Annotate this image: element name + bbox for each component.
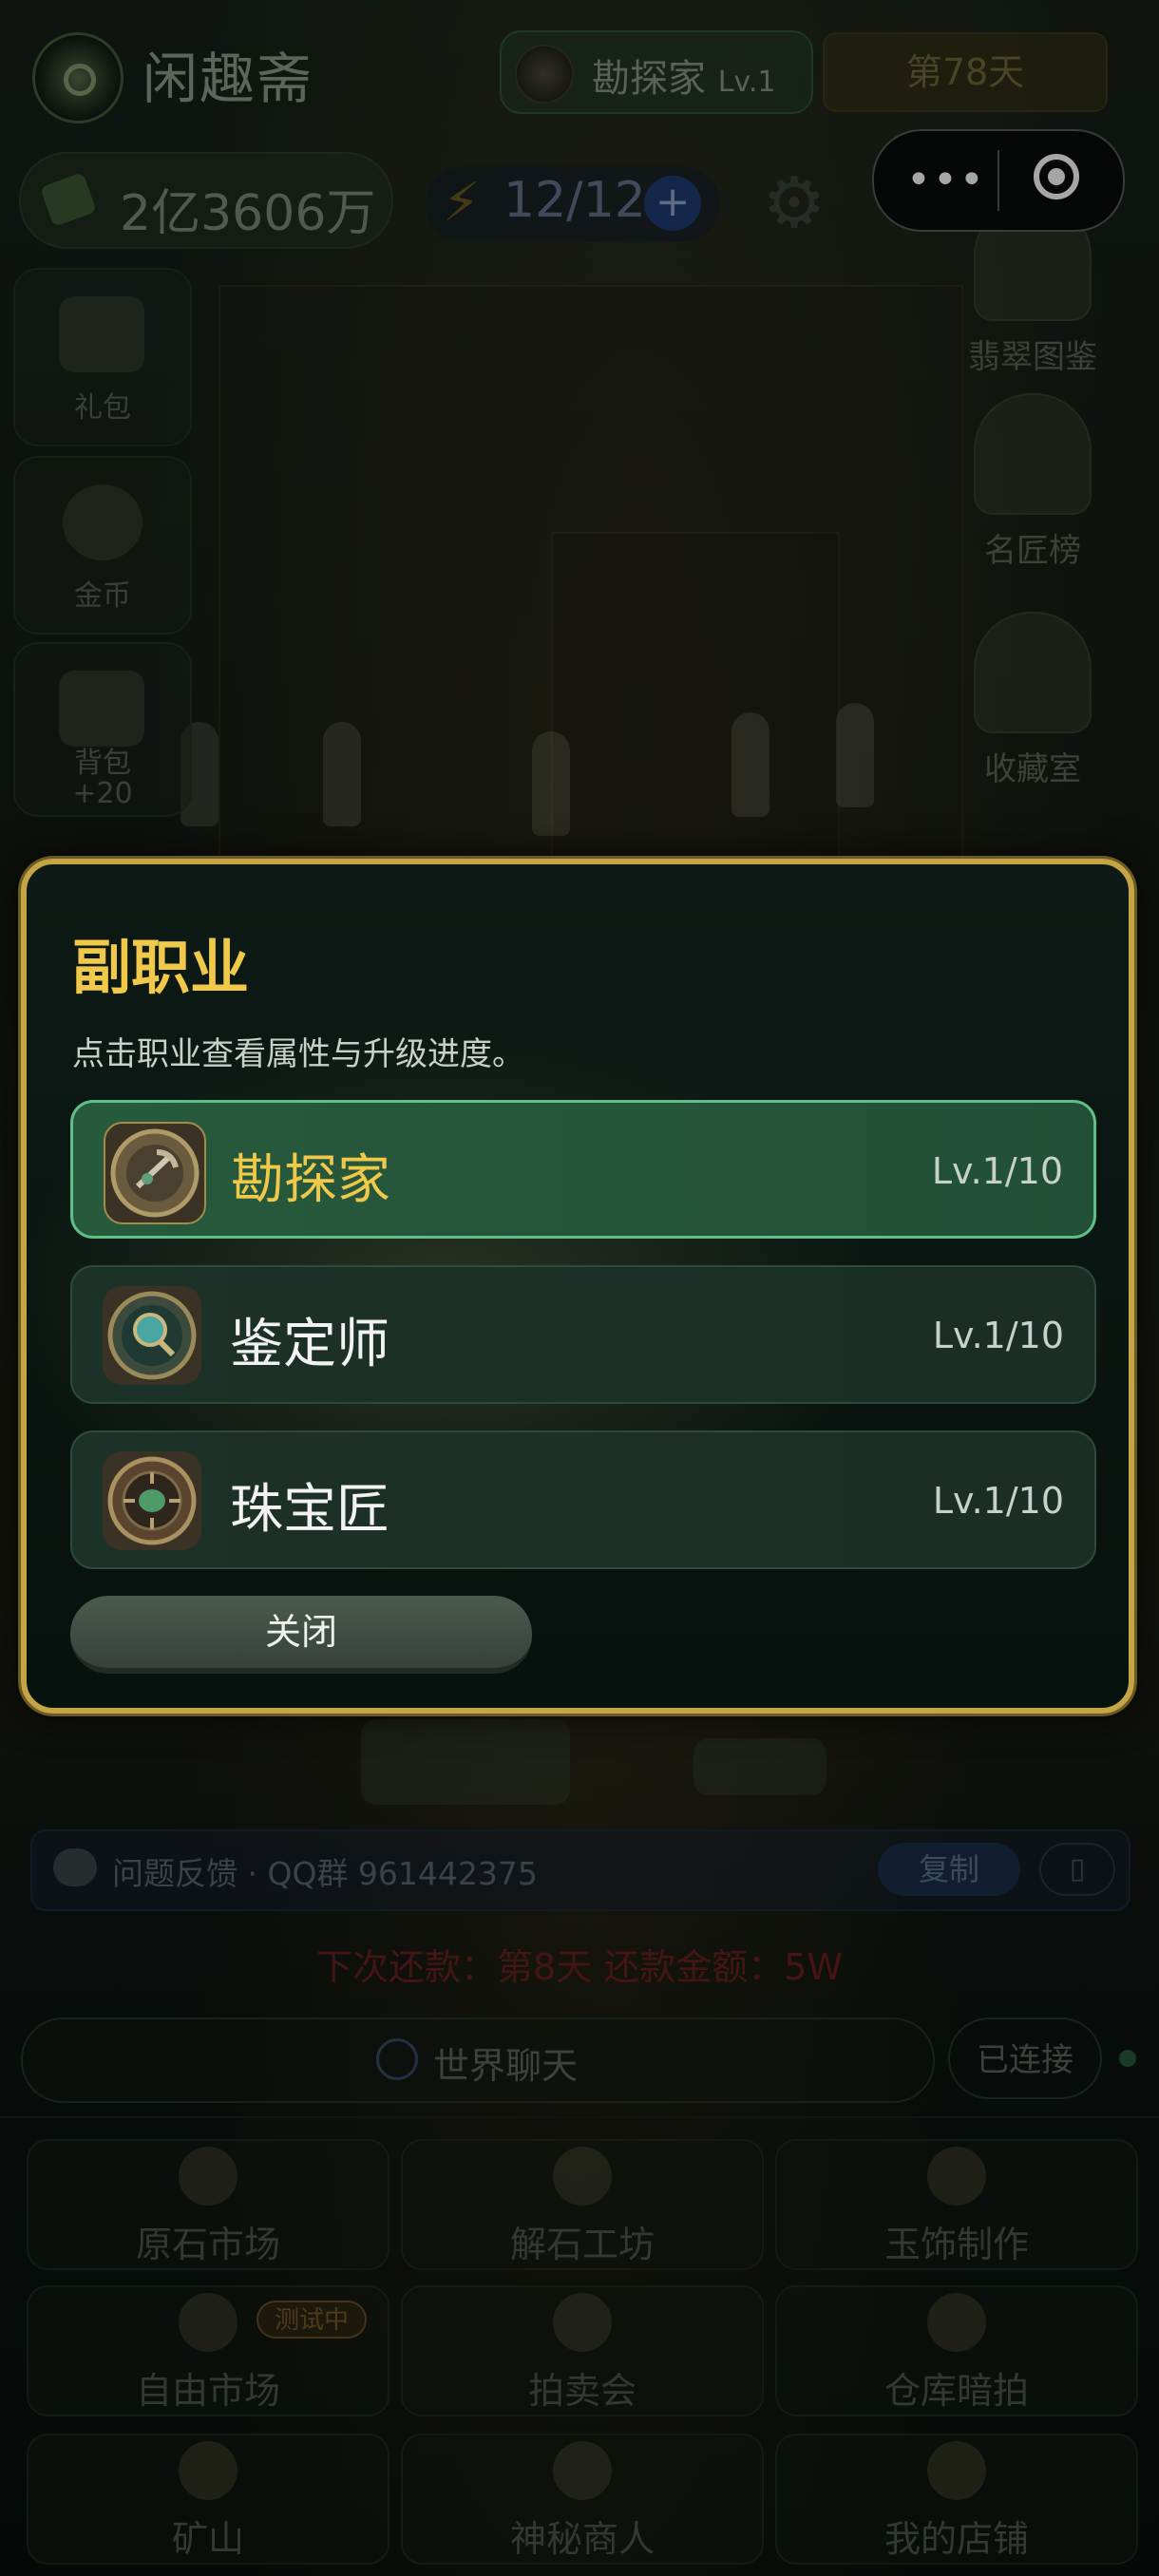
job-level: Lv.1/10 xyxy=(932,1480,1064,1522)
close-button[interactable]: 关闭 xyxy=(70,1596,532,1674)
dialog-subtitle: 点击职业查看属性与升级进度。 xyxy=(72,1035,524,1073)
job-item-jeweler[interactable]: 珠宝匠 Lv.1/10 xyxy=(70,1430,1096,1569)
job-level: Lv.1/10 xyxy=(932,1315,1064,1356)
gem-medallion-icon xyxy=(103,1451,201,1550)
sub-profession-dialog: 副职业 点击职业查看属性与升级进度。 勘探家 Lv.1/10 鉴定师 Lv.1/… xyxy=(21,859,1134,1714)
job-item-appraiser[interactable]: 鉴定师 Lv.1/10 xyxy=(70,1265,1096,1404)
job-level: Lv.1/10 xyxy=(931,1150,1063,1192)
magnifier-medallion-icon xyxy=(103,1286,201,1385)
job-name: 珠宝匠 xyxy=(230,1479,390,1541)
job-name: 勘探家 xyxy=(231,1149,390,1211)
dialog-title: 副职业 xyxy=(72,933,250,1002)
pickaxe-medallion-icon xyxy=(104,1122,206,1224)
job-item-prospector[interactable]: 勘探家 Lv.1/10 xyxy=(70,1100,1096,1239)
job-name: 鉴定师 xyxy=(230,1314,390,1375)
